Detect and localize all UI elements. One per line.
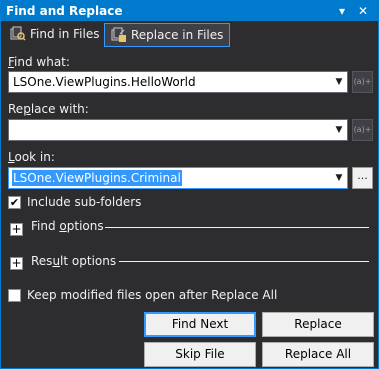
find-replace-window: Find and Replace ▾ ✕ Find in Files Repla… [0, 0, 379, 369]
include-subfolders-label[interactable]: Include sub-folders [27, 195, 141, 209]
find-options-label-accel: o [59, 219, 67, 233]
replace-button[interactable]: Replace [262, 312, 374, 337]
result-options-divider [119, 261, 369, 262]
title-bar[interactable]: Find and Replace ▾ ✕ [1, 1, 378, 21]
window-title: Find and Replace [6, 4, 123, 18]
browse-button[interactable]: ... [352, 167, 373, 189]
look-in-label-rest: ook in: [14, 150, 55, 164]
keep-open-label[interactable]: Keep modified files open after Replace A… [27, 288, 277, 302]
chevron-down-icon[interactable]: ▼ [331, 168, 347, 188]
find-what-label: Find what: [8, 55, 70, 69]
pin-icon[interactable]: ▾ [334, 3, 350, 19]
result-options-label-accel: u [52, 254, 61, 268]
include-subfolders-checkbox[interactable]: ✔ [8, 196, 21, 209]
replace-regex-builder-button[interactable]: (a)+ [352, 119, 373, 141]
look-in-value: LSOne.ViewPlugins.Criminal [12, 170, 182, 186]
chevron-down-icon[interactable]: ▼ [331, 120, 347, 140]
result-options-expander[interactable]: + [10, 257, 23, 270]
replace-all-button[interactable]: Replace All [262, 342, 374, 367]
find-options-label[interactable]: Find options [31, 219, 104, 233]
result-options-label[interactable]: Result options [31, 254, 116, 268]
look-in-label: Look in: [8, 150, 55, 164]
find-options-label-pre: Find [31, 219, 60, 233]
look-in-combobox[interactable]: LSOne.ViewPlugins.Criminal ▼ [8, 167, 348, 189]
find-what-value: LSOne.ViewPlugins.HelloWorld [13, 75, 196, 89]
result-options-label-rest: lt options [60, 254, 117, 268]
replace-with-label-accel: p [23, 102, 31, 116]
tab-replace-in-files-label: Replace in Files [131, 28, 224, 42]
close-icon[interactable]: ✕ [355, 3, 371, 19]
replace-with-label-rest: lace with: [30, 102, 89, 116]
find-next-button[interactable]: Find Next [144, 312, 256, 337]
find-options-divider [105, 227, 369, 228]
find-options-expander[interactable]: + [10, 223, 23, 236]
replace-with-input[interactable]: ▼ [8, 119, 348, 141]
find-options-label-rest: ptions [66, 219, 104, 233]
tab-strip: Find in Files Replace in Files [1, 22, 378, 48]
find-what-label-rest: ind what: [14, 55, 70, 69]
replace-with-label: Replace with: [8, 102, 89, 116]
tab-replace-in-files[interactable]: Replace in Files [104, 23, 231, 47]
find-regex-builder-button[interactable]: (a)+ [352, 71, 373, 93]
tab-find-in-files[interactable]: Find in Files [4, 23, 106, 47]
replace-in-files-icon [111, 27, 126, 42]
tab-find-in-files-label: Find in Files [30, 27, 100, 41]
replace-with-label-pre: Re [8, 102, 24, 116]
find-what-input[interactable]: LSOne.ViewPlugins.HelloWorld ▼ [8, 71, 348, 93]
chevron-down-icon[interactable]: ▼ [331, 72, 347, 92]
skip-file-button[interactable]: Skip File [144, 342, 256, 367]
find-in-files-icon [10, 26, 26, 41]
result-options-label-pre: Res [31, 254, 53, 268]
keep-open-checkbox[interactable] [8, 289, 21, 302]
